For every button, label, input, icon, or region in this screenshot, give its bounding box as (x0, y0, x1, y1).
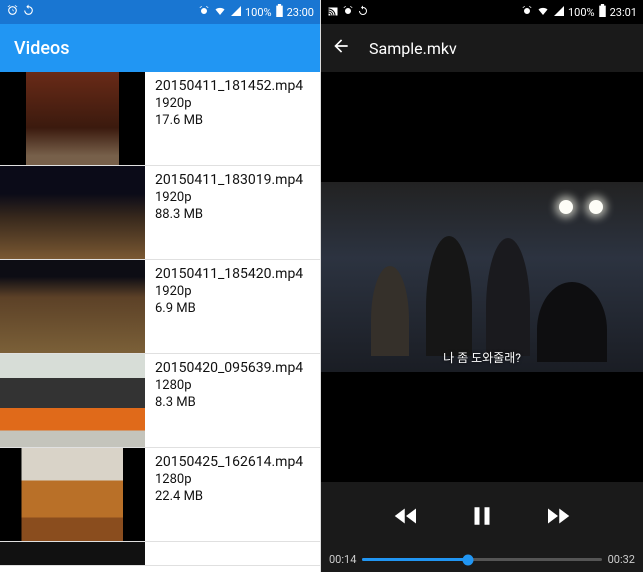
forward-button[interactable] (543, 501, 573, 535)
video-filename: 20150411_181452.mp4 (155, 78, 303, 94)
alarm-icon (6, 4, 19, 20)
sync-icon (22, 4, 35, 20)
total-time: 00:32 (608, 553, 635, 566)
sync-icon (357, 5, 369, 20)
video-resolution: 1280p (155, 472, 303, 487)
video-thumbnail (0, 166, 145, 259)
page-title: Videos (14, 38, 69, 59)
cast-icon (327, 5, 339, 20)
video-resolution: 1920p (155, 284, 303, 299)
signal-icon (553, 5, 565, 20)
battery-pct: 100% (245, 6, 272, 19)
list-item[interactable] (0, 542, 320, 566)
status-time: 23:00 (287, 6, 314, 19)
rewind-button[interactable] (391, 501, 421, 535)
video-thumbnail (0, 72, 145, 165)
app-bar: Videos (0, 24, 320, 72)
video-resolution: 1920p (155, 96, 303, 111)
video-thumbnail (0, 260, 145, 353)
video-filename: 20150425_162614.mp4 (155, 454, 303, 470)
pause-button[interactable] (467, 501, 497, 535)
wifi-icon (536, 5, 550, 20)
list-item[interactable]: 20150411_181452.mp4 1920p 17.6 MB (0, 72, 320, 166)
list-item[interactable]: 20150420_095639.mp4 1280p 8.3 MB (0, 354, 320, 448)
list-item[interactable]: 20150411_183019.mp4 1920p 88.3 MB (0, 166, 320, 260)
video-size: 8.3 MB (155, 395, 303, 410)
battery-icon (275, 4, 284, 20)
alarm2-icon (198, 5, 210, 20)
status-bar: 100% 23:00 (0, 0, 320, 24)
wifi-icon (213, 5, 227, 20)
video-size: 17.6 MB (155, 113, 303, 128)
player-app-bar: Sample.mkv (321, 24, 643, 72)
seek-bar[interactable] (362, 558, 601, 561)
list-item[interactable]: 20150425_162614.mp4 1280p 22.4 MB (0, 448, 320, 542)
video-size: 6.9 MB (155, 301, 303, 316)
player-screen: 100% 23:01 Sample.mkv 나 좀 도와줄래? (321, 0, 643, 572)
video-resolution: 1280p (155, 378, 303, 393)
alarm-icon (342, 5, 354, 20)
video-thumbnail (0, 542, 145, 565)
videos-app-screen: 100% 23:00 Videos 20150411_181452.mp4 19… (0, 0, 321, 572)
back-button[interactable] (331, 36, 351, 60)
video-resolution: 1920p (155, 190, 303, 205)
list-item[interactable]: 20150411_185420.mp4 1920p 6.9 MB (0, 260, 320, 354)
video-filename: 20150411_185420.mp4 (155, 266, 303, 282)
battery-pct: 100% (568, 6, 595, 19)
video-list[interactable]: 20150411_181452.mp4 1920p 17.6 MB 201504… (0, 72, 320, 572)
status-time: 23:01 (610, 6, 637, 19)
video-filename: 20150411_183019.mp4 (155, 172, 303, 188)
video-thumbnail (0, 448, 145, 541)
video-frame: 나 좀 도와줄래? (321, 182, 643, 372)
alarm2-icon (521, 5, 533, 20)
status-bar: 100% 23:01 (321, 0, 643, 24)
video-size: 88.3 MB (155, 207, 303, 222)
video-size: 22.4 MB (155, 489, 303, 504)
video-viewport[interactable]: 나 좀 도와줄래? (321, 72, 643, 482)
subtitle-text: 나 좀 도와줄래? (321, 349, 643, 366)
signal-icon (230, 5, 242, 20)
elapsed-time: 00:14 (329, 553, 356, 566)
video-filename: 20150420_095639.mp4 (155, 360, 303, 376)
video-thumbnail (0, 354, 145, 447)
seek-thumb[interactable] (462, 554, 473, 565)
player-controls: 00:14 00:32 (321, 482, 643, 572)
video-title: Sample.mkv (369, 39, 457, 58)
seek-fill (362, 558, 467, 561)
battery-icon (598, 4, 607, 20)
